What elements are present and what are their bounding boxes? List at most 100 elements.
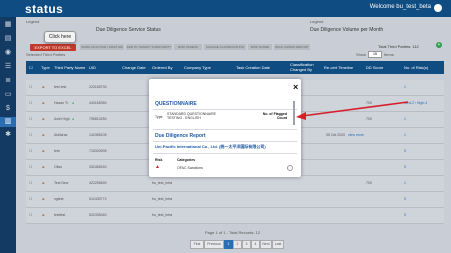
grid-icon[interactable]: ▦ xyxy=(4,21,12,28)
welcome-text: Welcome bu_test_beta xyxy=(369,4,431,10)
database-icon[interactable]: ≣ xyxy=(4,77,12,84)
third-party-name[interactable]: test xyxy=(54,149,60,153)
table-row[interactable]: ☐ ▰ ngtest 512430772 bu_test_beta 0 xyxy=(26,192,444,208)
items-label: Items xyxy=(384,52,394,57)
table-header: ☐ Type Third Party Name UID Change Date … xyxy=(26,61,444,74)
row-checkbox[interactable]: ☐ xyxy=(29,197,32,201)
risk-count[interactable]: 0 xyxy=(404,165,406,169)
info-icon[interactable] xyxy=(287,165,293,171)
uid: 443155350 xyxy=(89,101,107,105)
view-more-link[interactable]: view more xyxy=(348,133,364,137)
folder-icon: ▰ xyxy=(42,133,45,137)
folder-icon: ▰ xyxy=(42,149,45,153)
uid: 422255690 xyxy=(89,181,107,185)
add-icon[interactable]: + xyxy=(436,42,442,48)
risk-count[interactable]: 0 xyxy=(404,197,406,201)
file-icon[interactable]: ▭ xyxy=(4,91,12,98)
row-checkbox[interactable]: ☐ xyxy=(29,133,32,137)
chip-add-modify[interactable]: ADD IN / MODIFY THIRD PARTY xyxy=(126,44,172,50)
third-party-name[interactable]: testtest xyxy=(54,213,65,217)
third-party-name[interactable]: test test xyxy=(54,85,66,89)
row-checkbox[interactable]: ☐ xyxy=(29,149,32,153)
category-value: OFAC Sanctions xyxy=(177,166,203,170)
risk-count[interactable]: 0 xyxy=(404,213,406,217)
col-recert-timeline[interactable]: Re-cert Timeline xyxy=(324,65,353,70)
page-2-button[interactable]: 2 xyxy=(233,240,242,249)
chip-mark-active[interactable]: MARK AS ACTIVE / INACTIVE xyxy=(80,44,124,50)
page-3-button[interactable]: 3 xyxy=(242,240,251,249)
eye-icon[interactable]: ◉ xyxy=(4,49,12,56)
document-icon[interactable]: ▤ xyxy=(4,35,12,42)
chip-change-classification[interactable]: CHANGE CLASSIFICATION xyxy=(204,44,246,50)
click-here-tooltip: Click here xyxy=(44,31,76,43)
next-page-button[interactable]: Next xyxy=(260,240,272,249)
legend-label: Legend xyxy=(26,19,40,24)
annotation-arrow-icon xyxy=(296,101,409,120)
page-4-button[interactable]: 4 xyxy=(251,240,260,249)
chart-icon[interactable]: ▥ xyxy=(0,117,16,127)
table-row[interactable]: ☐ ▰ testtest 502335340 bu_test_beta 0 xyxy=(26,208,444,224)
third-party-name[interactable]: Aldilaras xyxy=(54,133,67,137)
status-dot-icon: ● xyxy=(72,101,75,105)
col-third-party-name[interactable]: Third Party Name xyxy=(54,65,85,70)
select-all-checkbox[interactable]: ☐ xyxy=(29,65,33,70)
risk-count[interactable]: 1 xyxy=(404,133,406,137)
col-uid[interactable]: UID xyxy=(89,65,96,70)
last-page-button[interactable]: Last xyxy=(272,240,284,249)
row-checkbox[interactable]: ☐ xyxy=(29,85,32,89)
col-company-type[interactable]: Company Type xyxy=(184,65,211,70)
uid: 332455240 xyxy=(89,165,107,169)
col-classification-changed-by[interactable]: Classification Changed By xyxy=(290,62,318,72)
chip-risk-assess[interactable]: RISK ASSESS xyxy=(174,44,202,50)
table-row[interactable]: ☐ ▰ Test New 422255690 bu_test_beta 700 … xyxy=(26,176,444,192)
risk-count[interactable]: 1 xyxy=(404,181,406,185)
chip-bulk-assign[interactable]: BULK ASSIGN REPORT xyxy=(274,44,310,50)
uid: 512430772 xyxy=(89,197,107,201)
row-checkbox[interactable]: ☐ xyxy=(29,181,32,185)
row-checkbox[interactable]: ☐ xyxy=(29,101,32,105)
divider xyxy=(153,141,297,142)
chip-risk-score[interactable]: RISK SCORE xyxy=(248,44,272,50)
settings-icon[interactable]: ✱ xyxy=(4,131,12,138)
risk-count[interactable]: 0 xyxy=(404,149,406,153)
folder-icon: ▰ xyxy=(42,213,45,217)
categories-col-label: Categories xyxy=(177,158,196,162)
col-ordered-by[interactable]: Ordered By xyxy=(152,65,172,70)
flagged-count-label: No. of Flagged Count xyxy=(262,112,287,120)
first-page-button[interactable]: First xyxy=(190,240,204,249)
folder-icon: ▰ xyxy=(42,181,45,185)
col-no-of-risks[interactable]: No. of Risk(s) xyxy=(404,65,428,70)
uid: 502335340 xyxy=(89,213,107,217)
third-party-name[interactable]: Hasan Tr xyxy=(54,101,68,105)
row-checkbox[interactable]: ☐ xyxy=(29,165,32,169)
col-dd-score[interactable]: DD Score xyxy=(366,65,383,70)
type-label: Type xyxy=(155,115,163,119)
col-task-creation-date[interactable]: Task Creation Date xyxy=(236,65,270,70)
ordered-by: bu_test_beta xyxy=(152,181,173,185)
user-icon[interactable] xyxy=(434,4,442,12)
divider xyxy=(153,153,297,154)
close-icon[interactable]: × xyxy=(293,82,298,92)
page-size-select[interactable]: 15 xyxy=(368,51,382,58)
dollar-icon[interactable]: $ xyxy=(4,105,12,112)
col-change-date[interactable]: Change Date xyxy=(122,65,146,70)
company-name: Uni-Pacific International Co., Ltd. (统一太… xyxy=(155,144,266,149)
third-party-name[interactable]: ngtest xyxy=(54,197,64,201)
cert-date: 05 Oct 2020 xyxy=(326,133,346,137)
export-excel-button[interactable]: EXPORT TO EXCEL xyxy=(30,44,76,51)
risk-count[interactable]: 1 xyxy=(404,85,406,89)
app-logo[interactable]: status xyxy=(25,2,63,16)
list-icon[interactable]: ☰ xyxy=(4,63,12,70)
previous-page-button[interactable]: Previous xyxy=(204,240,224,249)
third-party-name[interactable]: Test New xyxy=(54,181,68,185)
col-type[interactable]: Type xyxy=(41,65,50,70)
status-dot-icon: ● xyxy=(72,117,75,121)
ordered-by: bu_test_beta xyxy=(152,197,173,201)
page-1-button[interactable]: 1 xyxy=(224,240,233,249)
row-checkbox[interactable]: ☐ xyxy=(29,213,32,217)
risk-details-modal: × QUESTIONNAIRE Type STANDARD QUESTIONNA… xyxy=(149,79,301,177)
row-checkbox[interactable]: ☐ xyxy=(29,117,32,121)
third-party-name[interactable]: Ollas xyxy=(54,165,62,169)
show-label: Show xyxy=(356,52,367,57)
third-party-name[interactable]: Axiel High xyxy=(54,117,70,121)
